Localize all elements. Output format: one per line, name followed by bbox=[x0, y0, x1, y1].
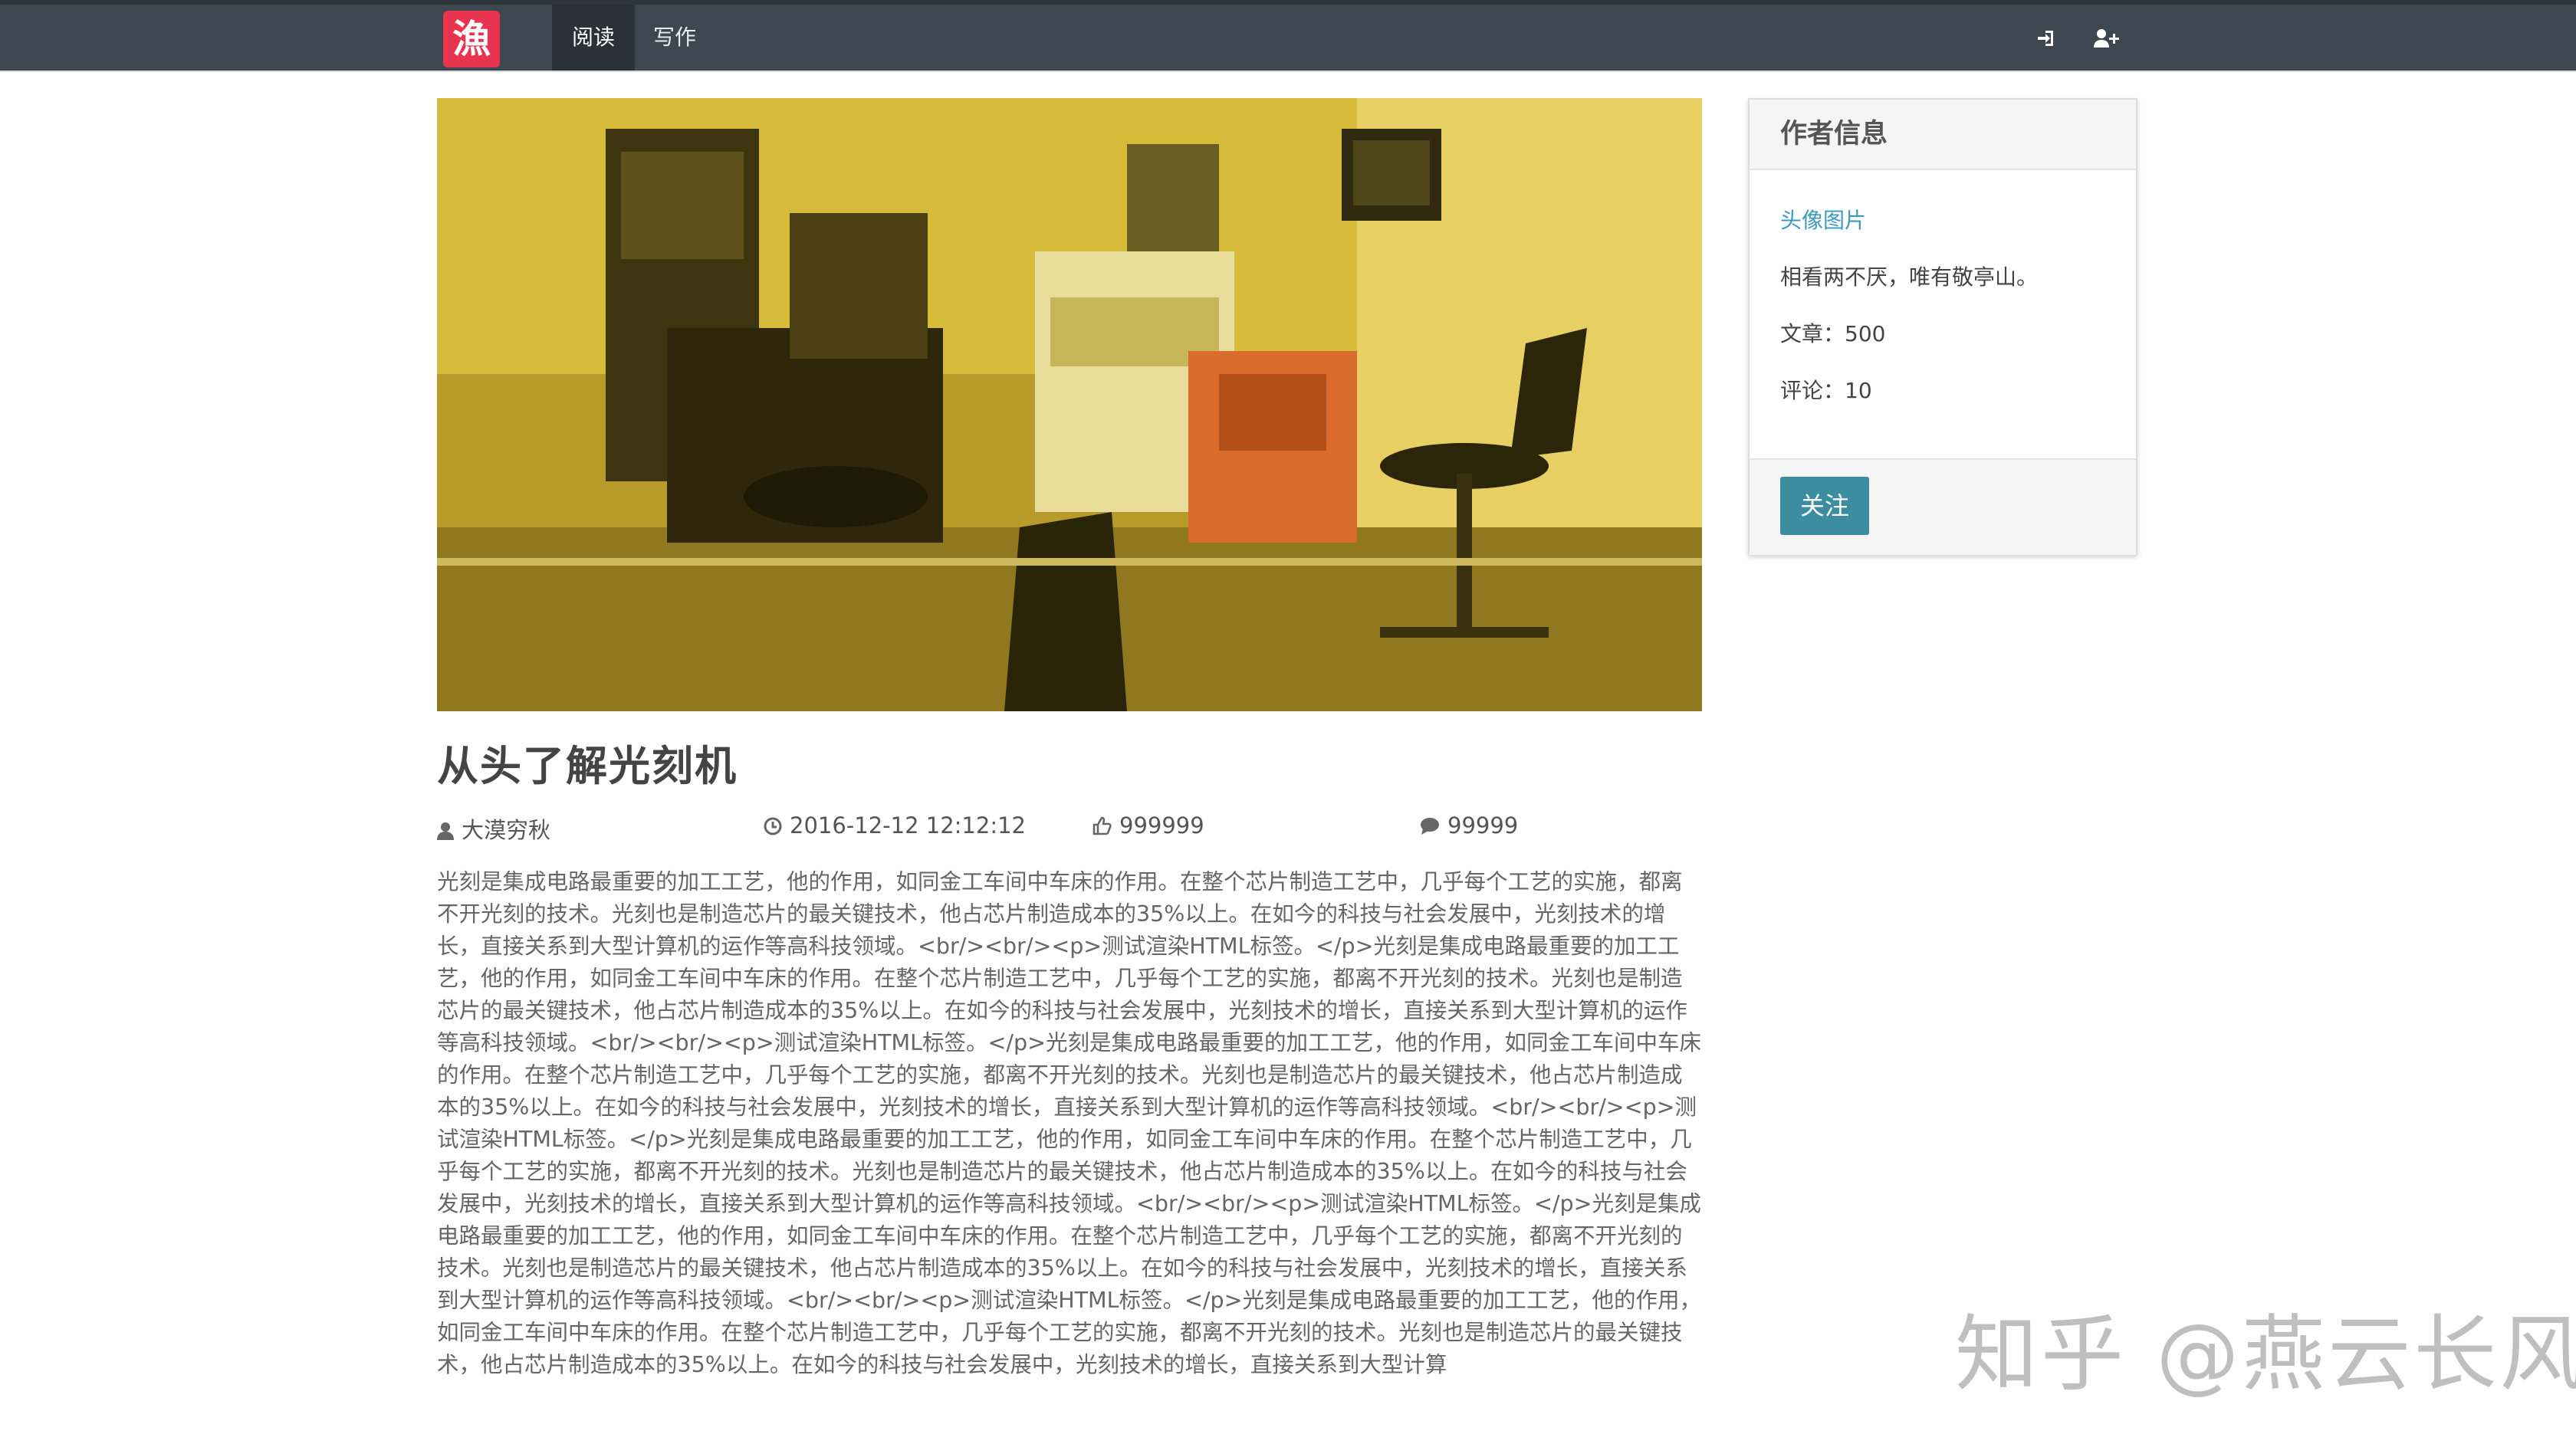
author-motto: 相看两不厌，唯有敬亭山。 bbox=[1780, 264, 2039, 290]
article-date: 2016-12-12 12:12:12 bbox=[764, 812, 1026, 839]
comment-icon bbox=[1421, 818, 1439, 835]
follow-button[interactable]: 关注 bbox=[1780, 477, 1869, 535]
author-article-count: 文章：500 bbox=[1780, 321, 1886, 346]
watermark: 知乎 @燕云长风 bbox=[1955, 1307, 2576, 1403]
user-plus-icon[interactable] bbox=[2093, 28, 2119, 51]
avatar-link[interactable]: 头像图片 bbox=[1780, 204, 1866, 235]
top-navbar: 漁 阅读 写作 bbox=[0, 0, 2576, 72]
article-hero-image bbox=[437, 98, 1702, 711]
article-comments[interactable]: 99999 bbox=[1420, 812, 1518, 839]
date-text: 2016-12-12 12:12:12 bbox=[790, 812, 1026, 839]
author-info-card: 作者信息 头像图片 相看两不厌，唯有敬亭山。 文章：500 评论：10 关注 bbox=[1748, 98, 2137, 555]
likes-count: 999999 bbox=[1119, 812, 1204, 839]
article-author[interactable]: 大漠穷秋 bbox=[437, 812, 550, 845]
article-title: 从头了解光刻机 bbox=[437, 742, 738, 790]
author-name: 大漠穷秋 bbox=[462, 817, 551, 843]
nav-item-write[interactable]: 写作 bbox=[636, 5, 713, 71]
site-logo[interactable]: 漁 bbox=[443, 11, 500, 67]
nav-item-read[interactable]: 阅读 bbox=[552, 5, 635, 71]
author-comment-count: 评论：10 bbox=[1780, 378, 1872, 403]
article-likes[interactable]: 999999 bbox=[1092, 812, 1204, 839]
comments-count: 99999 bbox=[1447, 812, 1519, 839]
sign-in-icon[interactable] bbox=[2035, 28, 2058, 51]
thumbs-up-icon bbox=[1092, 816, 1112, 835]
card-footer: 关注 bbox=[1750, 458, 2136, 555]
article-body: 光刻是集成电路最重要的加工工艺，他的作用，如同金工车间中车床的作用。在整个芯片制… bbox=[437, 869, 1701, 1377]
clock-icon bbox=[764, 817, 782, 835]
user-icon bbox=[437, 822, 454, 840]
card-header: 作者信息 bbox=[1750, 100, 2136, 170]
